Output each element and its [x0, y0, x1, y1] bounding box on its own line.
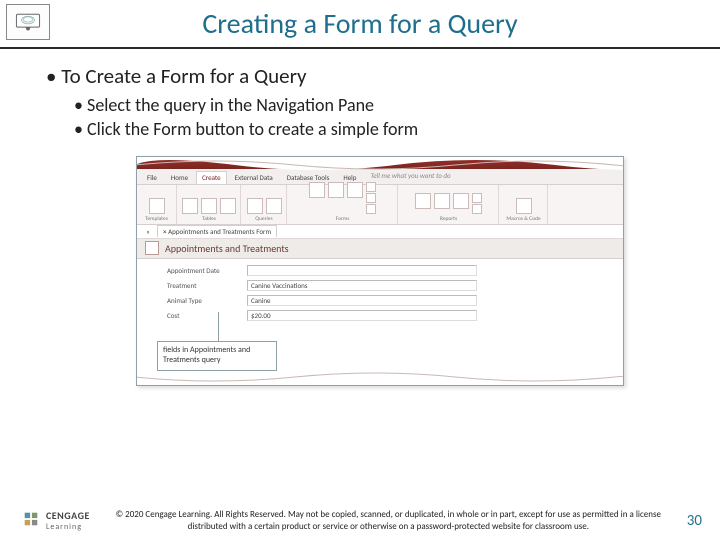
group-label-forms: Forms	[336, 216, 350, 222]
blank-report-button[interactable]	[453, 193, 469, 209]
tab-home[interactable]: Home	[165, 171, 194, 184]
ribbon-group-reports: Reports	[399, 185, 499, 224]
query-design-button[interactable]	[266, 198, 282, 214]
logo-text-sub: Learning	[46, 522, 90, 532]
field-label: Appointment Date	[167, 266, 247, 275]
ribbon-group-macros: Macros & Code	[500, 185, 548, 224]
close-doc-icon[interactable]: ×	[163, 227, 167, 236]
form-button[interactable]	[309, 182, 325, 198]
application-parts-button[interactable]	[149, 198, 165, 214]
bullet-level2: • Select the query in the Navigation Pan…	[46, 93, 674, 117]
blank-form-button[interactable]	[347, 182, 363, 198]
group-label-tables: Tables	[202, 216, 216, 222]
field-row: Treatment Canine Vaccinations	[167, 280, 613, 291]
treatment-input[interactable]: Canine Vaccinations	[247, 280, 477, 291]
report-wizard-button[interactable]	[472, 193, 482, 203]
group-label-reports: Reports	[440, 216, 457, 222]
more-forms-button[interactable]	[366, 204, 376, 214]
animal-type-input[interactable]: Canine	[247, 295, 477, 306]
field-row: Animal Type Canine	[167, 295, 613, 306]
embedded-screenshot: File Home Create External Data Database …	[136, 156, 624, 386]
projector-icon	[6, 4, 50, 40]
labels-button[interactable]	[472, 204, 482, 214]
bullet-level2a-text: Select the query in the Navigation Pane	[87, 94, 374, 116]
tab-create[interactable]: Create	[196, 171, 227, 184]
form-design-button[interactable]	[328, 182, 344, 198]
report-button[interactable]	[415, 193, 431, 209]
cengage-logo-icon	[22, 510, 40, 531]
tab-external-data[interactable]: External Data	[229, 171, 279, 184]
navigation-button[interactable]	[366, 193, 376, 203]
logo-text-main: CENGAGE	[46, 509, 90, 522]
tab-file[interactable]: File	[141, 171, 163, 184]
document-tab-bar: » × Appointments and Treatments Form	[137, 225, 623, 239]
page-number: 30	[687, 512, 702, 530]
bullet-level2b-text: Click the Form button to create a simple…	[87, 118, 418, 140]
bullet-level2: • Click the Form button to create a simp…	[46, 117, 674, 141]
page-title: Creating a Form for a Query	[0, 0, 720, 41]
macro-button[interactable]	[516, 198, 532, 214]
ribbon-group-templates: Templates	[137, 185, 177, 224]
document-tab-label: Appointments and Treatments Form	[168, 227, 271, 236]
bullet-level1-text: To Create a Form for a Query	[61, 63, 306, 89]
footer: CENGAGE Learning © 2020 Cengage Learning…	[0, 509, 720, 532]
group-label-queries: Queries	[255, 216, 272, 222]
report-design-button[interactable]	[434, 193, 450, 209]
appointment-date-input[interactable]	[247, 265, 477, 276]
document-tab[interactable]: × Appointments and Treatments Form	[157, 225, 277, 237]
form-fields: Appointment Date Treatment Canine Vaccin…	[137, 259, 623, 331]
bullet-level1: • To Create a Form for a Query	[46, 63, 674, 89]
query-wizard-button[interactable]	[247, 198, 263, 214]
form-wizard-button[interactable]	[366, 182, 376, 192]
access-titlebar	[137, 157, 623, 169]
group-label-macros: Macros & Code	[506, 216, 540, 222]
group-label-templates: Templates	[145, 216, 168, 222]
field-label: Cost	[167, 311, 247, 320]
form-header: Appointments and Treatments	[137, 239, 623, 259]
nav-pane-toggle-icon[interactable]: »	[143, 227, 153, 236]
content-area: • To Create a Form for a Query • Select …	[0, 49, 720, 386]
field-label: Animal Type	[167, 296, 247, 305]
cengage-logo: CENGAGE Learning	[22, 509, 90, 532]
ribbon-tabs: File Home Create External Data Database …	[137, 169, 623, 185]
ribbon-group-queries: Queries	[242, 185, 287, 224]
tell-me-search[interactable]: Tell me what you want to do	[364, 171, 450, 184]
ribbon-group-tables: Tables	[178, 185, 241, 224]
form-header-icon	[145, 241, 159, 255]
field-label: Treatment	[167, 281, 247, 290]
form-header-title: Appointments and Treatments	[165, 242, 289, 255]
cost-input[interactable]: $20.00	[247, 310, 477, 321]
table-design-button[interactable]	[201, 198, 217, 214]
sharepoint-lists-button[interactable]	[220, 198, 236, 214]
field-row: Appointment Date	[167, 265, 613, 276]
table-button[interactable]	[182, 198, 198, 214]
field-row: Cost $20.00	[167, 310, 613, 321]
copyright-text: © 2020 Cengage Learning. All Rights Rese…	[90, 509, 687, 532]
ribbon-group-forms: Forms	[288, 185, 398, 224]
ribbon: Templates Tables Queries	[137, 185, 623, 225]
callout-box: fields in Appointments and Treatments qu…	[157, 341, 277, 370]
